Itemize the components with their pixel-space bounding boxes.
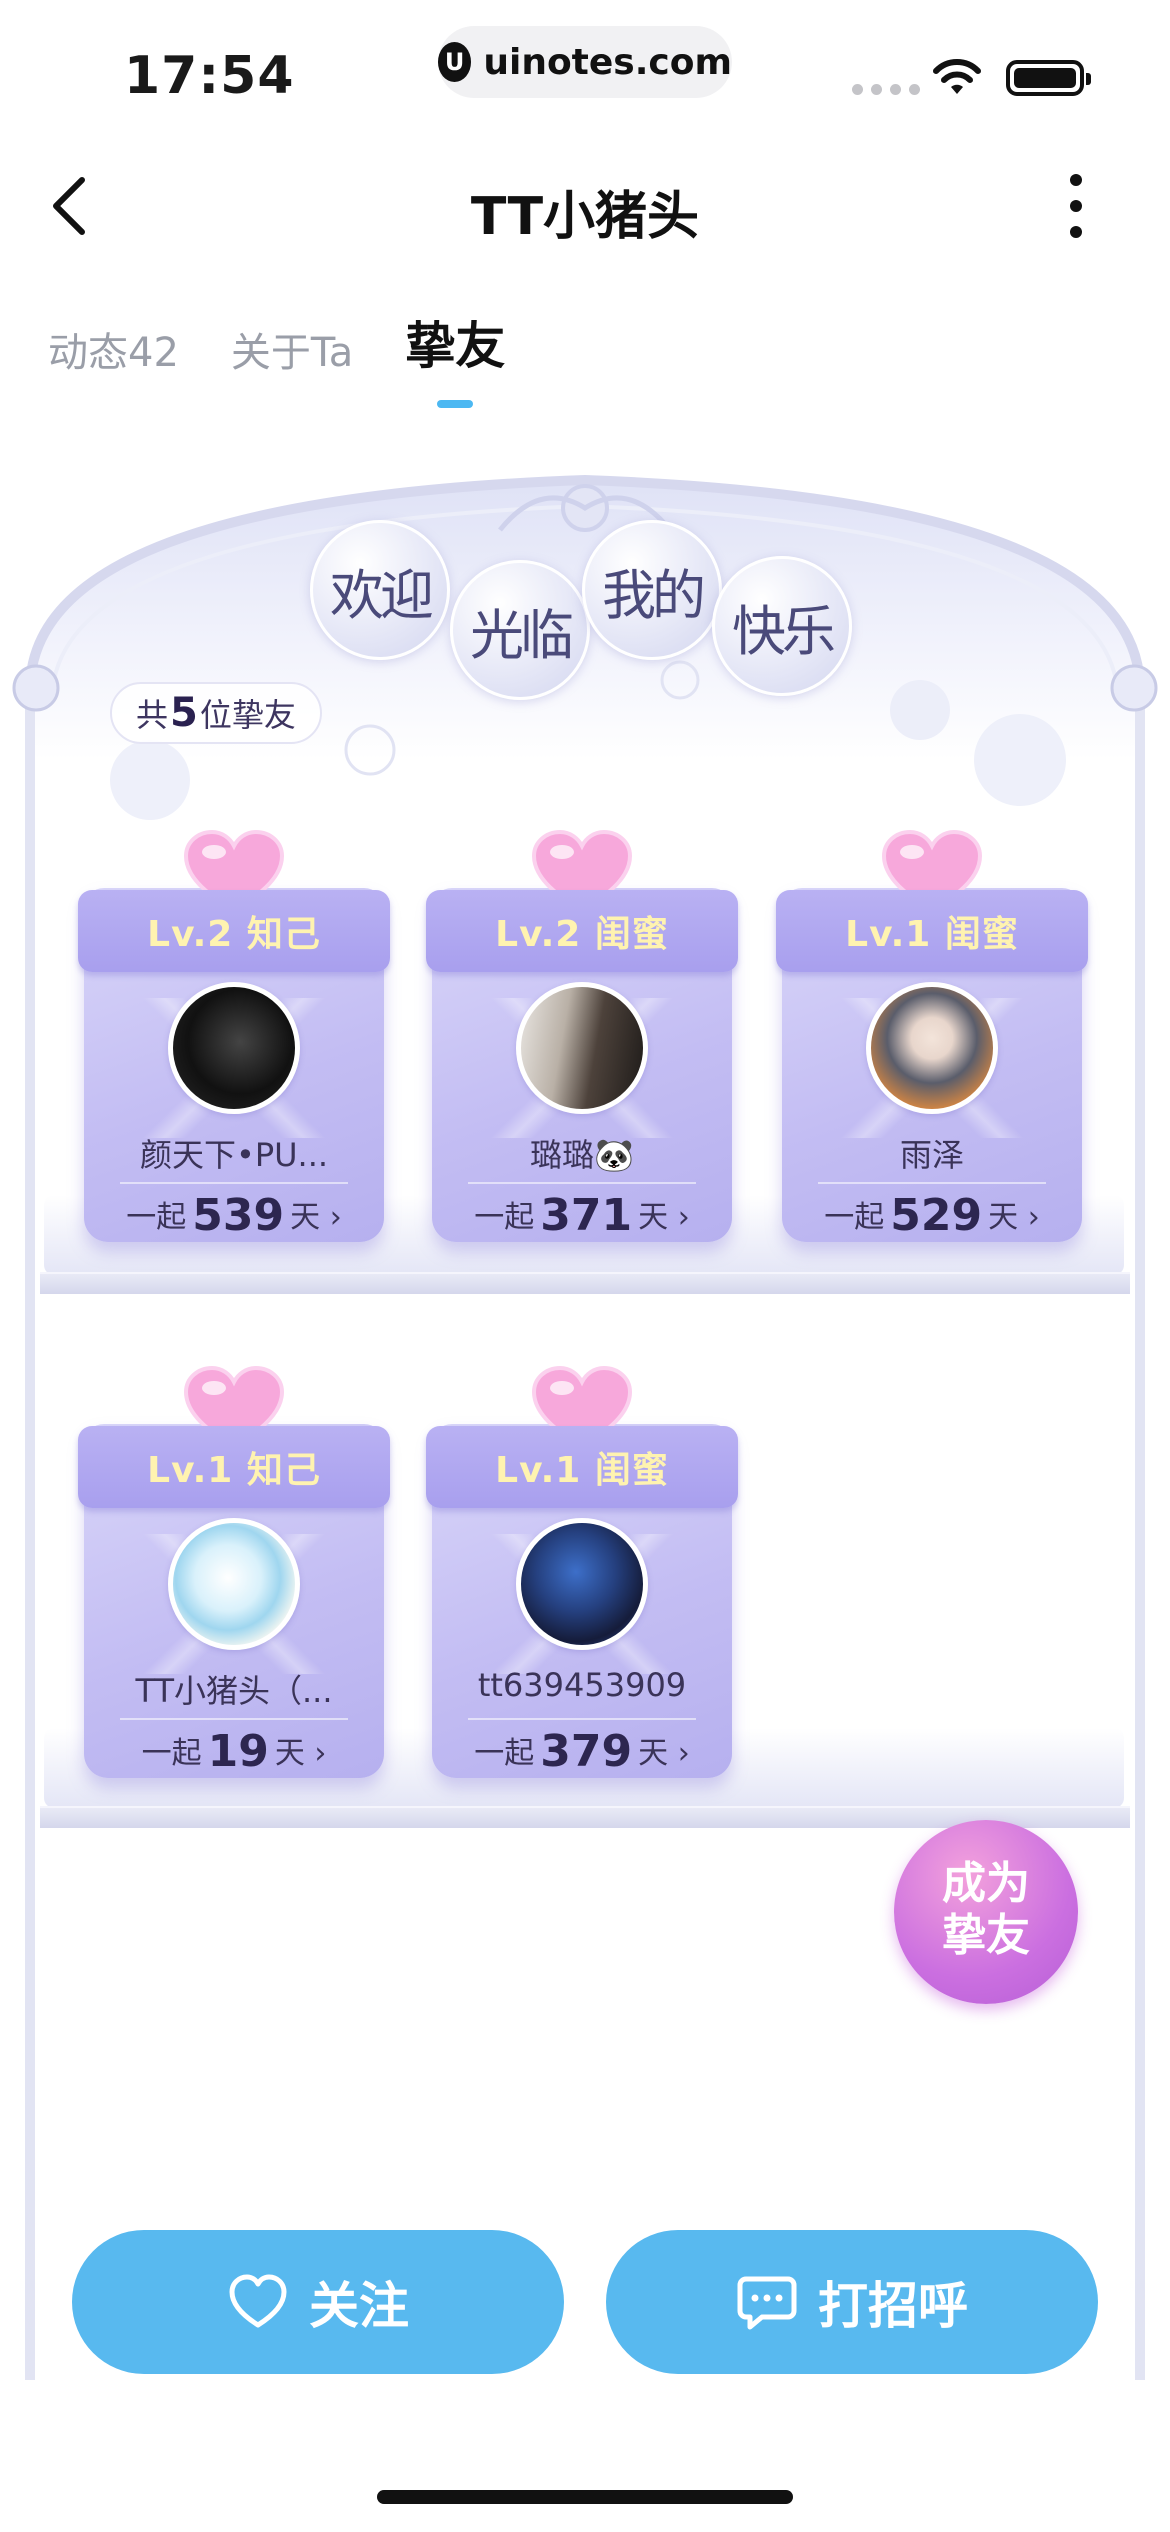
divider [818,1182,1046,1184]
follow-label: 关注 [309,2277,409,2335]
follow-button[interactable]: 关注 [72,2230,564,2374]
friends-cabinet: 欢迎 光临 我的 快乐 共 5 位挚友 Lv.2 知己 颜天下•PU... 一起… [0,460,1170,2420]
url-text: uinotes.com [483,41,732,83]
page-title: TT小猪头 [470,187,700,247]
nav-bar: TT小猪头 [0,150,1170,260]
friend-level: Lv.1 闺蜜 [776,890,1088,972]
more-options-icon[interactable] [1056,174,1096,238]
divider [120,1182,348,1184]
greet-button[interactable]: 打招呼 [606,2230,1098,2374]
friend-card[interactable]: Lv.1 闺蜜 雨泽 一起 529 天 › [776,830,1088,1242]
friend-count-number: 5 [170,690,198,736]
friend-count-suffix: 位挚友 [199,696,296,734]
friend-name: 颜天下•PU... [139,1136,329,1174]
friend-level: Lv.1 知己 [78,1426,390,1508]
avatar [168,982,300,1114]
battery-icon [1006,60,1091,96]
friend-card[interactable]: Lv.2 知己 颜天下•PU... 一起 539 天 › [78,830,390,1242]
tab-posts[interactable]: 动态42 [48,320,179,378]
tab-about[interactable]: 关于Ta [231,320,353,378]
days-together: 一起 529 天 › [824,1190,1040,1241]
wifi-icon [933,59,981,94]
status-bar: 17:54 U uinotes.com [0,0,1170,150]
become-friend-line2: 挚友 [942,1910,1030,1961]
avatar [516,1518,648,1650]
days-together: 一起 19 天 › [141,1726,327,1777]
site-logo-icon: U [438,42,472,82]
days-together: 一起 371 天 › [474,1190,690,1241]
friend-name: 雨泽 [899,1136,964,1174]
divider [468,1182,696,1184]
status-time: 17:54 [124,46,295,106]
days-together: 一起 379 天 › [474,1726,690,1777]
heart-outline-icon [229,2274,287,2328]
shelf-board [40,1272,1130,1294]
friend-count-badge: 共 5 位挚友 [110,682,322,744]
friend-card[interactable]: Lv.1 知己 TT小猪头（... 一起 19 天 › [78,1366,390,1778]
avatar [516,982,648,1114]
tab-close-friends[interactable]: 挚友 [405,306,505,408]
friend-name: tt639453909 [477,1666,687,1704]
avatar [866,982,998,1114]
friend-name: 璐璐🐼 [530,1136,634,1174]
friend-count-prefix: 共 [136,696,169,734]
chat-bubble-icon [737,2276,797,2330]
friend-level: Lv.2 知己 [78,890,390,972]
become-friend-button[interactable]: 成为 挚友 [894,1820,1078,2004]
profile-tabs: 动态42 关于Ta 挚友 [48,306,505,408]
greet-label: 打招呼 [818,2277,968,2335]
welcome-bubble: 我的 [582,520,722,660]
welcome-bubble: 欢迎 [310,520,450,660]
friend-level: Lv.2 闺蜜 [426,890,738,972]
welcome-sign: 欢迎 光临 我的 快乐 [310,520,870,700]
welcome-bubble: 快乐 [712,556,852,696]
days-together: 一起 539 天 › [126,1190,342,1241]
become-friend-line1: 成为 [942,1858,1030,1909]
divider [468,1718,696,1720]
cellular-signal-icon [852,84,920,95]
friend-card[interactable]: Lv.2 闺蜜 璐璐🐼 一起 371 天 › [426,830,738,1242]
divider [120,1718,348,1720]
home-indicator [377,2490,793,2504]
url-pill[interactable]: U uinotes.com [438,26,732,98]
friend-card[interactable]: Lv.1 闺蜜 tt639453909 一起 379 天 › [426,1366,738,1778]
friend-name: TT小猪头（... [135,1672,333,1710]
welcome-bubble: 光临 [450,560,590,700]
avatar [168,1518,300,1650]
friend-level: Lv.1 闺蜜 [426,1426,738,1508]
